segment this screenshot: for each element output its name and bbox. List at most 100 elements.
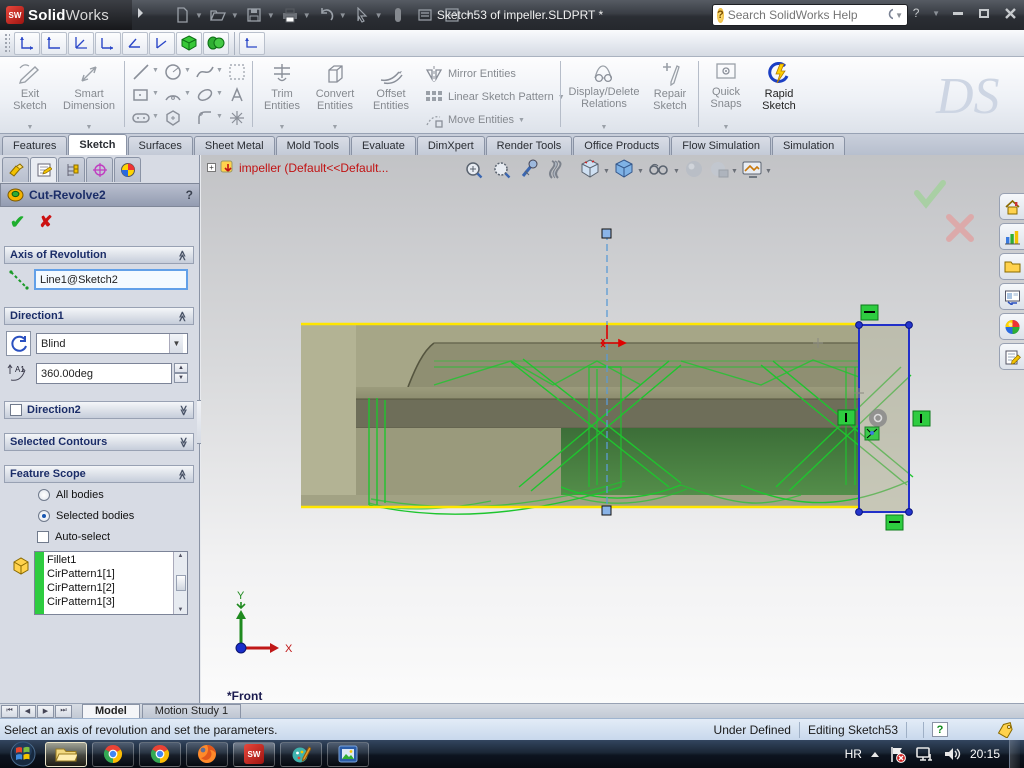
scroll-up-icon[interactable]: ▲	[178, 553, 184, 559]
view-xy-button[interactable]	[95, 31, 121, 55]
tag-icon[interactable]	[996, 721, 1016, 738]
save-dropdown-icon[interactable]: ▼	[267, 11, 275, 20]
view-yz-button[interactable]	[149, 31, 175, 55]
tab-render-tools[interactable]: Render Tools	[485, 136, 573, 155]
direction2-header[interactable]: Direction2 ≫	[4, 401, 194, 419]
all-bodies-option[interactable]: All bodies	[38, 489, 104, 501]
menu-expand-icon[interactable]	[138, 8, 143, 18]
listbox-scrollbar[interactable]: ▲ ▼	[173, 552, 187, 614]
taskbar-chrome2-button[interactable]	[139, 741, 181, 767]
taskbar-paint-button[interactable]	[280, 741, 322, 767]
dropdown-icon[interactable]: ▼	[279, 124, 286, 131]
next-tab-button[interactable]: ▶	[37, 704, 54, 718]
feature-scope-header[interactable]: Feature Scope ≫	[4, 465, 194, 483]
horizontal-relation-icon[interactable]	[860, 304, 879, 321]
quick-snaps-button[interactable]: Quick Snaps ▼	[702, 59, 750, 131]
taskbar-chrome-button[interactable]	[92, 741, 134, 767]
list-item[interactable]: CirPattern1[1]	[47, 567, 170, 581]
end-condition-dropdown[interactable]: Blind ▼	[36, 333, 188, 354]
open-dropdown-icon[interactable]: ▼	[231, 11, 239, 20]
arc-tool-button[interactable]	[162, 84, 184, 106]
print-dropdown-icon[interactable]: ▼	[303, 11, 311, 20]
view-palette-button[interactable]	[999, 283, 1024, 310]
selected-bodies-radio[interactable]	[38, 510, 50, 522]
mirror-entities-button[interactable]: Mirror Entities	[424, 63, 516, 85]
selected-contours-header[interactable]: Selected Contours ≫	[4, 433, 194, 451]
confirmation-corner[interactable]	[914, 180, 974, 242]
list-item[interactable]: Fillet1	[47, 553, 170, 567]
linear-sketch-pattern-button[interactable]: Linear Sketch Pattern ▼	[424, 86, 565, 108]
language-indicator[interactable]: HR	[845, 747, 862, 761]
view-xz-button[interactable]	[122, 31, 148, 55]
action-center-flag-icon[interactable]	[888, 746, 906, 763]
display-delete-relations-button[interactable]: Display/Delete Relations ▼	[566, 59, 642, 131]
move-entities-button[interactable]: Move Entities ▼	[424, 109, 525, 131]
property-manager-tab[interactable]	[30, 157, 57, 182]
list-item[interactable]: CirPattern1[2]	[47, 581, 170, 595]
repair-sketch-button[interactable]: Repair Sketch	[646, 59, 694, 131]
minimize-button[interactable]	[950, 6, 966, 20]
open-button[interactable]	[206, 3, 230, 27]
circle-tool-button[interactable]	[162, 61, 184, 83]
tab-flow-simulation[interactable]: Flow Simulation	[671, 136, 771, 155]
toolbar-grip[interactable]	[4, 33, 10, 53]
tab-sketch[interactable]: Sketch	[68, 134, 127, 155]
sketch-picture-button[interactable]	[226, 61, 248, 83]
view-yx-button[interactable]	[14, 31, 40, 55]
taskbar-firefox-button[interactable]	[186, 741, 228, 767]
search-box[interactable]: ? ▼	[712, 4, 908, 26]
all-bodies-radio[interactable]	[38, 489, 50, 501]
expand-chevron-icon[interactable]: ≫	[177, 405, 188, 415]
angle-spinner[interactable]: ▲ ▼	[174, 363, 188, 383]
spin-up-icon[interactable]: ▲	[174, 363, 188, 373]
arc-dropdown-icon[interactable]: ▼	[184, 90, 191, 97]
appearances-button[interactable]	[999, 313, 1024, 340]
solidworks-logo[interactable]: SW SolidWorks	[0, 0, 132, 30]
quick-tips-button[interactable]: ?	[932, 722, 948, 737]
first-tab-button[interactable]: ⏮	[1, 704, 18, 718]
confirm-check-icon[interactable]	[914, 180, 946, 209]
design-library-button[interactable]	[999, 223, 1024, 250]
axis-selection-field[interactable]: Line1@Sketch2	[34, 269, 188, 290]
view-xz2-button[interactable]	[239, 31, 265, 55]
close-button[interactable]	[1002, 6, 1018, 20]
save-button[interactable]	[242, 3, 266, 27]
trim-entities-button[interactable]: Trim Entities ▼	[258, 59, 306, 131]
fillet-tool-button[interactable]	[194, 107, 216, 129]
circle-dropdown-icon[interactable]: ▼	[184, 67, 191, 74]
coincident-relation-icon[interactable]	[864, 426, 880, 441]
search-input[interactable]	[727, 8, 883, 22]
display-manager-tab[interactable]	[114, 157, 141, 182]
custom-properties-button[interactable]	[999, 343, 1024, 370]
view-zy-button[interactable]	[68, 31, 94, 55]
resources-button[interactable]	[999, 193, 1024, 220]
move-dropdown-icon[interactable]: ▼	[518, 117, 525, 124]
show-desktop-button[interactable]	[1009, 740, 1020, 768]
volume-icon[interactable]	[943, 746, 961, 762]
horizontal-relation-icon[interactable]	[885, 514, 904, 531]
tab-simulation[interactable]: Simulation	[771, 136, 846, 155]
last-tab-button[interactable]: ⏭	[55, 704, 72, 718]
tab-evaluate[interactable]: Evaluate	[351, 136, 416, 155]
show-hidden-icons-button[interactable]	[870, 751, 879, 757]
select-button[interactable]	[350, 3, 374, 27]
reverse-direction-button[interactable]	[6, 331, 31, 356]
tab-features[interactable]: Features	[2, 136, 68, 155]
tab-sheet-metal[interactable]: Sheet Metal	[193, 136, 275, 155]
dropdown-icon[interactable]: ▼	[27, 124, 34, 131]
network-icon[interactable]	[915, 746, 934, 762]
ellipse-tool-button[interactable]	[194, 84, 216, 106]
pattern-dropdown-icon[interactable]: ▼	[558, 94, 565, 101]
selected-bodies-option[interactable]: Selected bodies	[38, 510, 134, 522]
prev-tab-button[interactable]: ◀	[19, 704, 36, 718]
dropdown-icon[interactable]: ▼	[86, 124, 93, 131]
model-tab[interactable]: Model	[82, 703, 140, 719]
slot-dropdown-icon[interactable]: ▼	[152, 113, 159, 120]
exit-sketch-button[interactable]: Exit Sketch ▼	[4, 59, 56, 131]
file-explorer-button[interactable]	[999, 253, 1024, 280]
dimxpert-manager-tab[interactable]	[86, 157, 113, 182]
new-document-button[interactable]	[170, 3, 194, 27]
dropdown-arrow-icon[interactable]: ▼	[169, 334, 183, 353]
tab-dimxpert[interactable]: DimXpert	[416, 136, 485, 155]
list-item[interactable]: CirPattern1[3]	[47, 595, 170, 609]
